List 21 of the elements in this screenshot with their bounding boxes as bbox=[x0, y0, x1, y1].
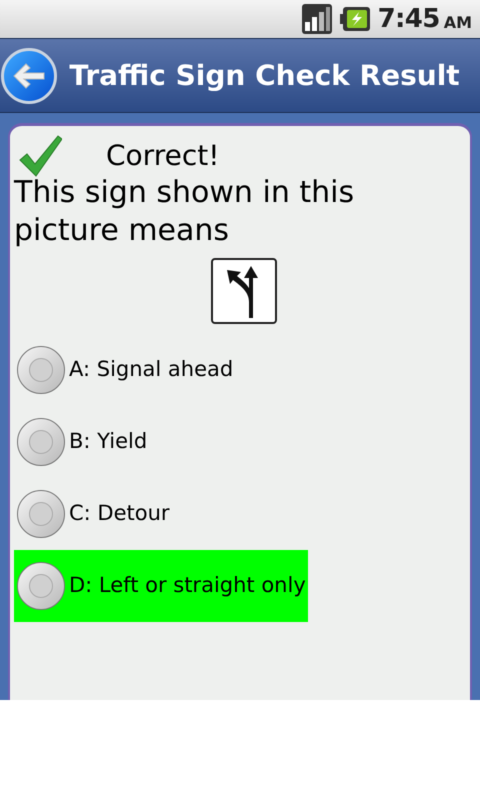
radio-button[interactable] bbox=[17, 418, 65, 466]
radio-button[interactable] bbox=[17, 346, 65, 394]
option-label: C: Detour bbox=[69, 500, 170, 528]
answer-option[interactable]: C: Detour bbox=[14, 478, 466, 550]
left-arrow-icon bbox=[12, 62, 46, 90]
answer-option[interactable]: B: Yield bbox=[14, 406, 466, 478]
radio-button[interactable] bbox=[17, 562, 65, 610]
battery-charging-icon bbox=[340, 6, 370, 32]
check-mark-icon bbox=[18, 134, 62, 178]
clock-meridiem: AM bbox=[444, 12, 472, 34]
correct-answer-highlight[interactable]: D: Left or straight only bbox=[14, 550, 308, 622]
signal-icon bbox=[302, 4, 332, 34]
option-label: D: Left or straight only bbox=[69, 572, 306, 600]
result-text: Correct! bbox=[106, 138, 220, 174]
answer-option[interactable]: A: Signal ahead bbox=[14, 334, 466, 406]
question-text: This sign shown in this picture means bbox=[14, 174, 356, 250]
window-title: Traffic Sign Check Result bbox=[68, 58, 461, 94]
option-label: B: Yield bbox=[69, 428, 148, 456]
radio-button[interactable] bbox=[17, 490, 65, 538]
option-label: A: Signal ahead bbox=[69, 356, 234, 384]
clock-time: 7:45 bbox=[378, 2, 440, 36]
